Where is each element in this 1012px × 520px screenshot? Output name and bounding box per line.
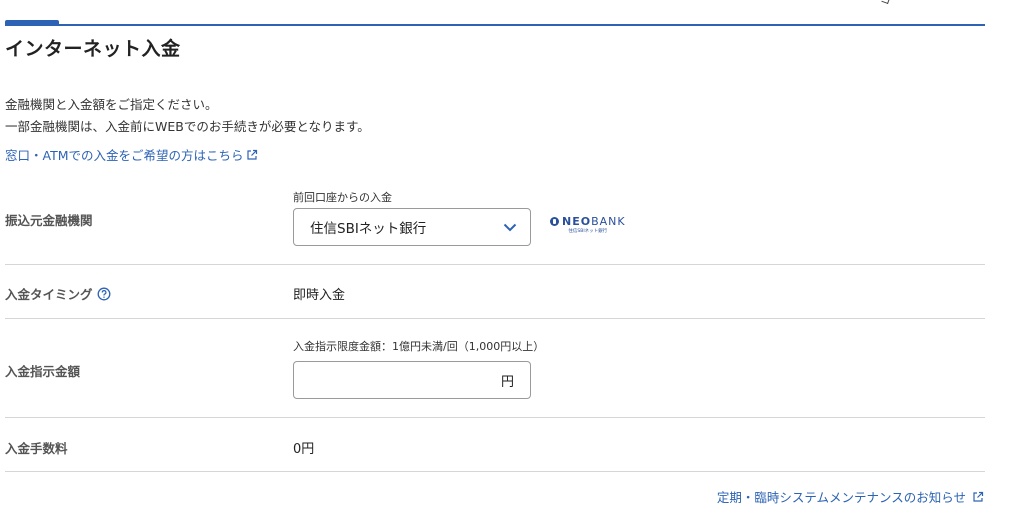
external-link-icon <box>973 491 984 502</box>
yen-unit: 円 <box>500 374 514 390</box>
neobank-logo: NEO BANK 住信SBIネット銀行 <box>550 215 626 234</box>
logo-bank-text: BANK <box>591 215 626 228</box>
fee-value: 0円 <box>293 442 315 457</box>
intro-text-1: 金融機関と入金額をご指定ください。 <box>5 97 218 112</box>
amount-input[interactable] <box>294 362 501 398</box>
chevron-down-icon <box>503 223 517 232</box>
partial-chevron-icon <box>881 0 890 5</box>
row-divider <box>5 417 985 418</box>
logo-subtext: 住信SBIネット銀行 <box>568 229 608 234</box>
amount-limit-hint: 入金指示限度金額：1億円未満/回（1,000円以上） <box>293 340 545 353</box>
timing-label: 入金タイミング <box>5 287 93 302</box>
maintenance-notice-link[interactable]: 定期・臨時システムメンテナンスのお知らせ <box>717 487 984 506</box>
help-icon[interactable] <box>97 287 111 301</box>
row-divider <box>5 264 985 265</box>
timing-label-group: 入金タイミング <box>5 284 111 303</box>
row-divider <box>5 471 985 472</box>
fee-label: 入金手数料 <box>5 441 68 456</box>
intro-text-2: 一部金融機関は、入金前にWEBでのお手続きが必要となります。 <box>5 119 370 134</box>
maintenance-link-label: 定期・臨時システムメンテナンスのお知らせ <box>716 490 966 505</box>
page-title: インターネット入金 <box>5 38 181 60</box>
amount-label: 入金指示金額 <box>5 364 81 379</box>
neobank-mark-icon <box>550 217 559 226</box>
external-link-icon <box>246 149 257 160</box>
row-divider <box>5 318 985 319</box>
counter-atm-link[interactable]: 窓口・ATMでの入金をご希望の方はこちら <box>5 145 258 164</box>
counter-atm-link-label: 窓口・ATMでの入金をご希望の方はこちら <box>5 148 244 163</box>
logo-neo-text: NEO <box>562 215 592 228</box>
source-bank-label: 振込元金融機関 <box>5 213 93 228</box>
header-divider <box>5 24 985 26</box>
timing-value: 即時入金 <box>293 288 346 303</box>
amount-field[interactable]: 円 <box>293 361 531 399</box>
source-bank-select[interactable]: 住信SBIネット銀行 <box>293 208 531 246</box>
source-bank-selected-value: 住信SBIネット銀行 <box>310 221 427 237</box>
previous-account-hint: 前回口座からの入金 <box>293 191 392 204</box>
